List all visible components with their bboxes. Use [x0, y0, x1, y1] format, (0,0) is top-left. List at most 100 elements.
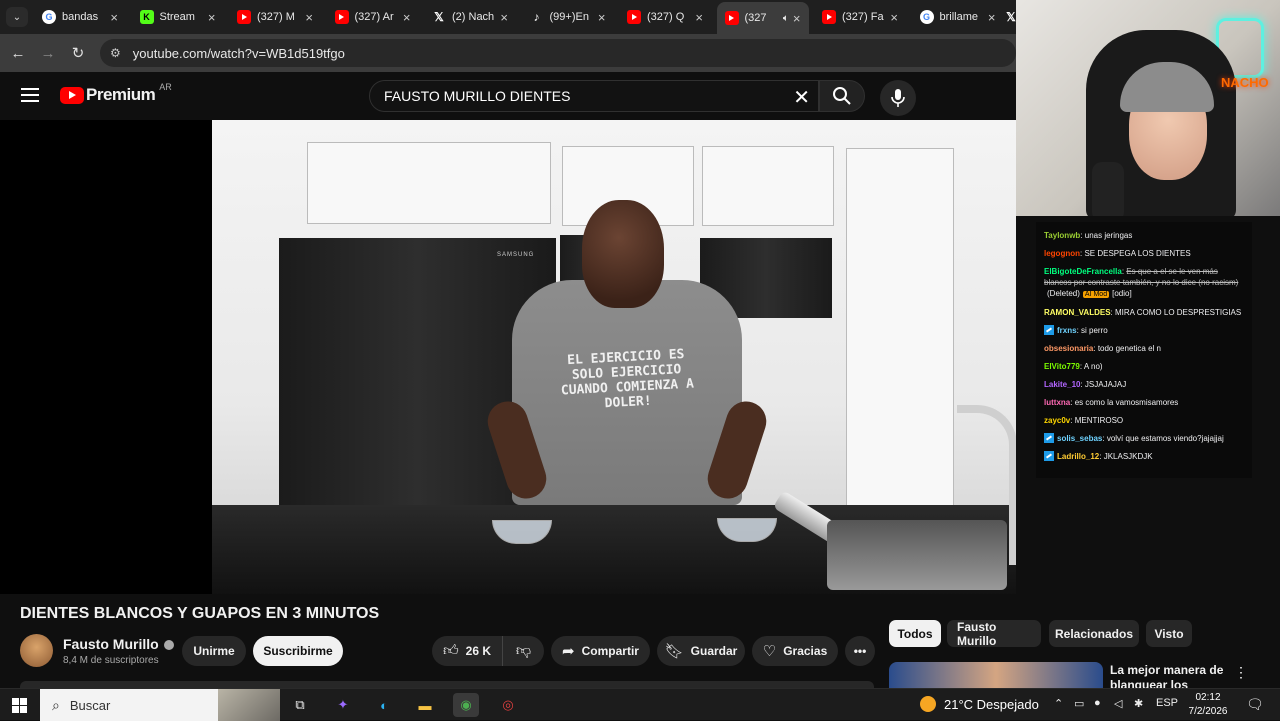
chat-username[interactable]: ElVito779	[1044, 362, 1080, 371]
chat-username[interactable]: zayc0v	[1044, 416, 1070, 425]
browser-tab[interactable]: (327) Fa ×	[814, 4, 906, 30]
browser-tab[interactable]: ♪ (99+)En ×	[522, 4, 614, 30]
chrome-icon[interactable]: ◉	[453, 693, 479, 717]
tray-app-icon[interactable]: ▭	[1074, 697, 1084, 710]
chat-username[interactable]: Ladrillo_12	[1057, 452, 1099, 461]
search-input[interactable]: FAUSTO MURILLO DIENTES ✕	[369, 80, 819, 112]
chat-username[interactable]: frxns	[1057, 326, 1077, 335]
chat-text: JKLASJKDJK	[1103, 452, 1153, 461]
task-view-icon[interactable]: ⧉	[287, 693, 313, 717]
taskbar-search[interactable]: ⌕ Buscar	[40, 689, 280, 721]
video-player[interactable]: SAMSUNG EL EJERCICIO ES SOLO EJERCICIO C…	[0, 120, 1016, 594]
x-icon: 𝕏	[434, 10, 444, 24]
browser-tab[interactable]: (327) Q ×	[619, 4, 711, 30]
share-button[interactable]: ➦ Compartir	[551, 636, 650, 666]
forward-button[interactable]: →	[37, 42, 59, 64]
weather-widget[interactable]: 21°C Despejado	[920, 696, 1039, 712]
site-info-icon[interactable]: ⚙	[110, 46, 121, 60]
close-tab-icon[interactable]: ×	[886, 10, 898, 25]
save-label: Guardar	[690, 644, 738, 658]
url-omnibox[interactable]: ⚙ youtube.com/watch?v=WB1d519tfgo	[100, 39, 1016, 67]
filter-chip[interactable]: Visto	[1146, 620, 1192, 647]
subscriber-count: 8,4 M de suscriptores	[63, 655, 159, 666]
chat-text: es como la vamosmisamores	[1074, 398, 1179, 407]
tray-speaker-icon[interactable]: ◁	[1114, 697, 1122, 710]
input-language[interactable]: ESP	[1156, 697, 1178, 709]
close-tab-icon[interactable]: ×	[594, 10, 606, 25]
bookmark-icon: 🔖︎	[664, 643, 684, 660]
browser-tab[interactable]: Gbandas ×	[34, 4, 126, 30]
channel-name-text: Fausto Murillo	[63, 636, 159, 652]
close-tab-icon[interactable]: ×	[691, 10, 703, 25]
menu-icon[interactable]	[21, 88, 39, 102]
windows-start-icon[interactable]	[12, 698, 27, 713]
thanks-button[interactable]: ♡ Gracias	[752, 636, 838, 666]
close-tab-icon[interactable]: ×	[496, 10, 508, 25]
close-tab-icon[interactable]: ×	[106, 10, 118, 25]
chat-username[interactable]: Taylonwb	[1044, 231, 1080, 240]
filter-chip[interactable]: Todos	[889, 620, 941, 647]
chat-message: RAMON_VALDES: MIRA COMO LO DESPRESTIGIAS	[1044, 307, 1246, 318]
system-clock[interactable]: 02:12 7/2/2026	[1184, 691, 1232, 719]
dislike-button[interactable]: 👎︎	[502, 636, 544, 666]
notifications-icon[interactable]: 🗨︎	[1246, 696, 1264, 713]
filter-chip[interactable]: Relacionados	[1049, 620, 1139, 647]
chat-username[interactable]: obsesionaria	[1044, 344, 1093, 353]
tab-title: Stream	[159, 11, 195, 23]
reload-button[interactable]: ↻	[67, 42, 89, 64]
browser-tab[interactable]: Gbrillame ×	[912, 4, 1004, 30]
chat-username[interactable]: legognon	[1044, 249, 1080, 258]
chat-username[interactable]: luttxna	[1044, 398, 1070, 407]
tray-mic-icon[interactable]: ●	[1094, 697, 1101, 709]
search-query: FAUSTO MURILLO DIENTES	[384, 88, 571, 104]
save-button[interactable]: 🔖︎ Guardar	[657, 636, 745, 666]
search-highlight-image	[218, 689, 280, 721]
like-button[interactable]: 👍︎ 26 K	[432, 636, 502, 666]
stream-chat-overlay: Taylonwb: unas jeringas legognon: SE DESP…	[1036, 222, 1252, 478]
tab-title: brillame	[939, 11, 979, 23]
join-button[interactable]: Unirme	[182, 636, 246, 666]
youtube-premium-logo[interactable]: Premium AR	[60, 82, 172, 105]
filter-chip[interactable]: Fausto Murillo	[947, 619, 1041, 648]
browser-tab[interactable]: (327) M ×	[229, 4, 321, 30]
region-code: AR	[159, 82, 172, 92]
close-tab-icon[interactable]: ×	[399, 10, 411, 25]
chat-username[interactable]: RAMON_VALDES	[1044, 308, 1111, 317]
browser-tab[interactable]: K Stream ×	[132, 4, 224, 30]
close-tab-icon[interactable]: ×	[789, 11, 801, 26]
recommendation-thumbnail[interactable]	[889, 662, 1103, 688]
browser-tab[interactable]: (327 🔈︎ ×	[716, 2, 809, 34]
clear-search-icon[interactable]: ✕	[793, 85, 810, 110]
recommendation-menu-icon[interactable]: ⋮	[1234, 664, 1248, 681]
close-tab-icon[interactable]: ×	[204, 10, 216, 25]
taskbar-search-placeholder: Buscar	[69, 697, 111, 713]
edge-icon[interactable]: ◐	[371, 693, 397, 717]
tab-search-button[interactable]: ⌄	[6, 7, 28, 27]
recommendation-title[interactable]: La mejor manera de blanquear los dientes	[1110, 663, 1230, 688]
more-actions-button[interactable]: •••	[845, 636, 875, 666]
video-title: DIENTES BLANCOS Y GUAPOS EN 3 MINUTOS	[20, 605, 380, 622]
search-icon	[833, 87, 851, 105]
file-explorer-icon[interactable]: ▬	[412, 693, 438, 717]
chat-username[interactable]: Lakite_10	[1044, 380, 1080, 389]
chip-label: Fausto Murillo	[957, 619, 997, 648]
subscribe-button[interactable]: Suscribirme	[253, 636, 343, 666]
channel-name[interactable]: Fausto Murillo	[63, 636, 174, 652]
tray-settings-icon[interactable]: ✱	[1134, 697, 1143, 710]
browser-tab[interactable]: 𝕏 (2) Nach ×	[424, 4, 516, 30]
close-tab-icon[interactable]: ×	[984, 10, 996, 25]
voice-search-button[interactable]	[880, 80, 916, 116]
tray-expand-icon[interactable]: ⌃	[1054, 697, 1063, 710]
search-button[interactable]	[819, 80, 865, 112]
channel-avatar[interactable]	[20, 634, 53, 667]
chat-username[interactable]: ElBigoteDeFrancella	[1044, 267, 1122, 276]
back-button[interactable]: ←	[7, 42, 29, 64]
tab-title: (327) M	[257, 11, 295, 23]
close-tab-icon[interactable]: ×	[301, 10, 313, 25]
copilot-icon[interactable]: ✦	[330, 693, 356, 717]
obs-icon[interactable]: ◎	[495, 693, 521, 717]
chip-label: Todos	[897, 626, 933, 641]
chat-message: obsesionaria: todo genetica el n	[1044, 343, 1246, 354]
browser-tab[interactable]: (327) Ar ×	[327, 4, 419, 30]
chat-username[interactable]: solis_sebas	[1057, 434, 1102, 443]
